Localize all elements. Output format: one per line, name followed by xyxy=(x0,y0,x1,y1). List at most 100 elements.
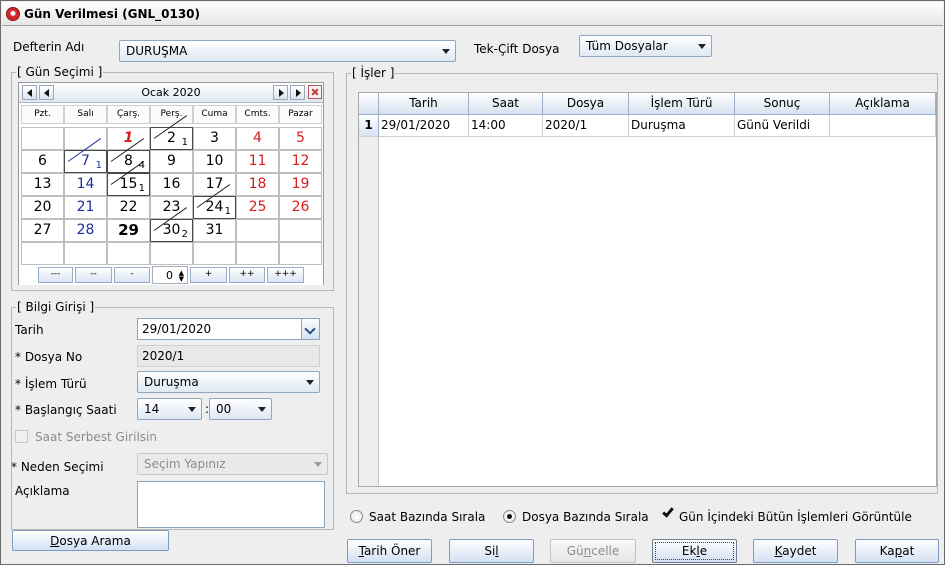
calendar-empty-cell xyxy=(236,242,279,265)
dosya-bazinda-radio[interactable] xyxy=(503,510,516,523)
calendar-day[interactable]: 12 xyxy=(279,150,322,173)
tarih-label: Tarih xyxy=(15,323,44,337)
calendar: Ocak 2020 Pzt. Salı Çarş. Perş. Cuma Cmts. Paz… xyxy=(18,82,324,285)
arrow-right-icon xyxy=(279,89,284,97)
weekday-header: Cmts. xyxy=(236,105,279,124)
day-number: 24 xyxy=(205,199,224,215)
offset-plus2-button[interactable]: ++ xyxy=(229,267,265,283)
calendar-day[interactable]: 31 xyxy=(193,219,236,242)
calendar-day[interactable]: 5 xyxy=(279,127,322,150)
col-header-tarih[interactable]: Tarih xyxy=(379,93,469,115)
sil-button[interactable]: Sil xyxy=(449,539,534,563)
table-cell[interactable]: Duruşma xyxy=(629,115,735,137)
col-header-aciklama[interactable]: Açıklama xyxy=(830,93,936,115)
table-cell[interactable] xyxy=(830,115,936,137)
tekcift-combo[interactable]: Tüm Dosyalar xyxy=(579,35,712,57)
row-index[interactable]: 1 xyxy=(359,115,379,137)
next-month-button[interactable] xyxy=(273,85,288,100)
islem-turu-combo[interactable]: Duruşma xyxy=(137,371,320,393)
chevron-down-icon xyxy=(698,44,706,49)
calendar-day[interactable]: 27 xyxy=(21,219,64,242)
table-cell[interactable]: 29/01/2020 xyxy=(379,115,469,137)
calendar-day[interactable]: 3 xyxy=(193,127,236,150)
calendar-day[interactable]: 11 xyxy=(236,150,279,173)
calendar-day[interactable]: 15 1 xyxy=(107,161,150,196)
defter-combo[interactable]: DURUŞMA xyxy=(119,40,456,62)
calendar-day[interactable]: 21 xyxy=(150,115,193,150)
calendar-day[interactable]: 13 xyxy=(21,173,64,196)
calendar-empty-cell xyxy=(21,242,64,265)
table-cell[interactable]: Günü Verildi xyxy=(735,115,830,137)
day-number: 30 xyxy=(162,222,181,238)
islem-turu-value: Duruşma xyxy=(144,375,199,389)
calendar-day[interactable]: 14 xyxy=(64,173,107,196)
offset-minus1-button[interactable]: - xyxy=(114,267,150,283)
table-cell[interactable]: 14:00 xyxy=(469,115,543,137)
offset-minus3-button[interactable]: --- xyxy=(38,267,73,283)
calendar-day[interactable]: 25 xyxy=(236,196,279,219)
calendar-day[interactable]: 20 xyxy=(21,196,64,219)
calendar-day[interactable]: 6 xyxy=(21,150,64,173)
calendar-day[interactable]: 71 xyxy=(64,138,107,173)
kaydet-button[interactable]: Kaydet xyxy=(753,539,838,563)
tarih-field[interactable]: 29/01/2020 xyxy=(137,318,320,340)
calendar-day[interactable]: 16 xyxy=(150,173,193,196)
col-header-islem-turu[interactable]: İşlem Türü xyxy=(629,93,735,115)
window-title: Gün Verilmesi (GNL_0130) xyxy=(24,6,201,21)
calendar-day[interactable]: 26 xyxy=(279,196,322,219)
saat-serbest-checkbox[interactable] xyxy=(15,430,28,443)
calendar-dropdown-icon[interactable] xyxy=(301,319,319,339)
tarih-value: 29/01/2020 xyxy=(142,322,212,336)
dosya-no-value: 2020/1 xyxy=(142,349,185,363)
calendar-empty-cell xyxy=(279,242,322,265)
next-year-button[interactable] xyxy=(290,85,305,100)
chevron-down-icon xyxy=(306,380,314,385)
day-number: 7 xyxy=(81,153,90,169)
offset-plus1-button[interactable]: + xyxy=(190,267,227,283)
saat-hour-value: 14 xyxy=(144,402,160,416)
chevron-down-icon xyxy=(314,462,322,467)
calendar-day[interactable]: 19 xyxy=(279,173,322,196)
neden-secimi-combo[interactable]: Seçim Yapınız xyxy=(137,453,328,475)
chevron-down-icon xyxy=(188,407,196,412)
calendar-day[interactable]: 28 xyxy=(64,219,107,242)
aciklama-textarea[interactable] xyxy=(137,481,325,528)
tarih-oner-button[interactable]: Tarih Öner xyxy=(347,539,432,563)
weekday-header: Salı xyxy=(64,105,107,124)
day-number: 15 xyxy=(119,176,138,192)
defter-value: DURUŞMA xyxy=(126,44,188,58)
calendar-day[interactable]: 4 xyxy=(236,127,279,150)
day-count: 1 xyxy=(138,183,145,194)
calendar-day[interactable]: 10 xyxy=(193,150,236,173)
calendar-day[interactable]: 9 xyxy=(150,150,193,173)
col-header-dosya[interactable]: Dosya xyxy=(543,93,629,115)
saat-minute-combo[interactable]: 00 xyxy=(209,398,272,420)
calendar-day[interactable]: 29 xyxy=(107,219,150,242)
saat-hour-combo[interactable]: 14 xyxy=(137,398,202,420)
calendar-day[interactable]: 21 xyxy=(64,196,107,219)
offset-plus3-button[interactable]: +++ xyxy=(267,267,304,283)
calendar-day[interactable]: 18 xyxy=(236,173,279,196)
dosya-arama-label: Dosya Arama xyxy=(50,533,131,548)
checkmark-icon[interactable] xyxy=(662,505,674,518)
col-header-sonuc[interactable]: Sonuç xyxy=(735,93,830,115)
kapat-button[interactable]: Kapat xyxy=(855,539,939,563)
offset-spinner[interactable]: 0 ▲ ▼ xyxy=(152,266,188,284)
saat-bazinda-radio[interactable] xyxy=(350,510,363,523)
guncelle-button[interactable]: Güncelle xyxy=(550,539,636,563)
dosya-no-field: 2020/1 xyxy=(137,345,320,367)
col-header-saat[interactable]: Saat xyxy=(469,93,543,115)
calendar-day[interactable]: 24 1 xyxy=(193,184,236,219)
row-header-filler xyxy=(359,137,379,486)
table-cell[interactable]: 2020/1 xyxy=(543,115,629,137)
dosya-arama-button[interactable]: Dosya Arama xyxy=(12,530,169,551)
calendar-day[interactable]: 22 xyxy=(107,196,150,219)
app-logo-icon xyxy=(6,6,20,21)
day-count: 1 xyxy=(95,160,102,171)
saat-bazinda-label: Saat Bazında Sırala xyxy=(369,510,486,524)
calendar-day[interactable]: 30 2 xyxy=(150,207,193,242)
ekle-button[interactable]: Ekle xyxy=(652,539,737,563)
chevron-down-icon xyxy=(442,49,450,54)
offset-minus2-button[interactable]: -- xyxy=(75,267,112,283)
close-icon[interactable] xyxy=(308,85,322,99)
